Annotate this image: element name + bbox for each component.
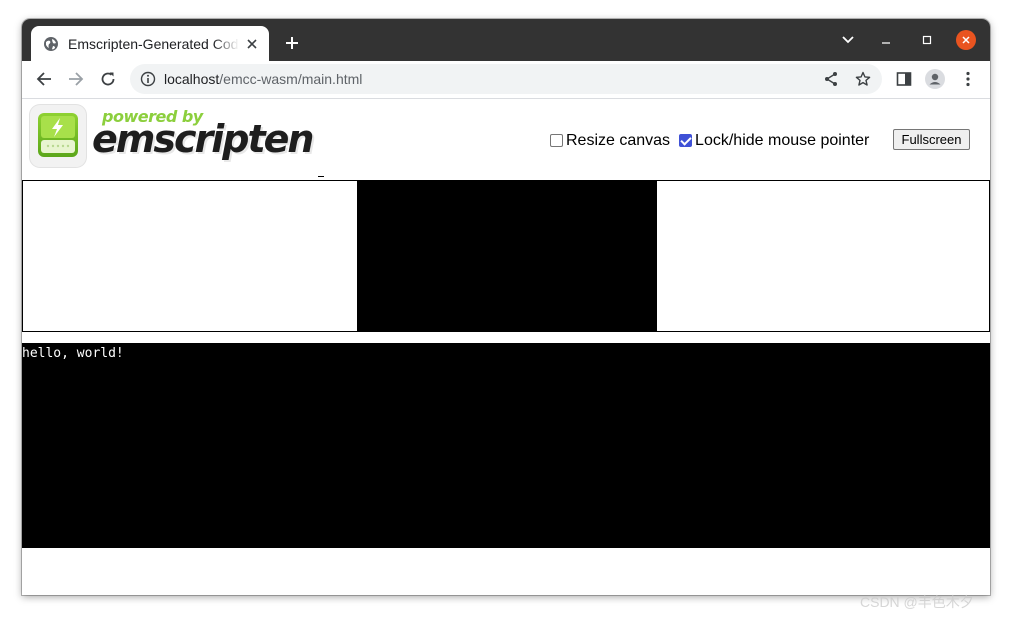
- globe-icon: [43, 36, 59, 52]
- emscripten-logo[interactable]: powered by emscripten: [28, 103, 314, 169]
- canvas-container: [22, 180, 990, 332]
- maximize-icon[interactable]: [916, 29, 938, 51]
- tab-strip: Emscripten-Generated Code: [22, 19, 990, 61]
- chevron-down-icon[interactable]: [837, 29, 859, 51]
- resize-canvas-checkbox[interactable]: [550, 133, 563, 147]
- output-text: hello, world!: [22, 346, 124, 361]
- browser-tab[interactable]: Emscripten-Generated Code: [31, 26, 269, 61]
- logo-badge: [30, 105, 86, 167]
- resize-canvas-label: Resize canvas: [566, 132, 671, 149]
- share-icon[interactable]: [822, 70, 840, 88]
- render-canvas[interactable]: [357, 181, 657, 331]
- browser-toolbar: localhost/emcc-wasm/main.html: [22, 61, 990, 99]
- window-close-button[interactable]: [956, 30, 976, 50]
- profile-icon[interactable]: [925, 69, 945, 89]
- close-icon: [962, 36, 970, 44]
- logo-wordmark: emscripten: [92, 117, 314, 161]
- output-console[interactable]: hello, world!: [22, 343, 990, 548]
- url-host: localhost: [164, 71, 220, 87]
- arrow-right-icon[interactable]: [64, 67, 88, 91]
- logo-badge-inner: [38, 113, 78, 157]
- kebab-menu-icon[interactable]: [958, 69, 978, 89]
- fullscreen-button[interactable]: Fullscreen: [893, 129, 970, 150]
- browser-window: Emscripten-Generated Code localhost/emcc…: [22, 19, 990, 595]
- reload-icon[interactable]: [96, 67, 120, 91]
- lock-pointer-checkbox[interactable]: [679, 133, 693, 147]
- url-text: localhost/emcc-wasm/main.html: [164, 71, 362, 87]
- side-panel-icon[interactable]: [894, 69, 914, 89]
- minimize-icon[interactable]: [875, 29, 897, 51]
- progress-indicator: [318, 176, 324, 177]
- arrow-left-icon[interactable]: [32, 67, 56, 91]
- tab-title: Emscripten-Generated Code: [68, 35, 239, 52]
- info-icon[interactable]: [140, 71, 156, 87]
- lock-pointer-label: Lock/hide mouse pointer: [695, 132, 870, 149]
- canvas-controls: Resize canvas Lock/hide mouse pointer: [550, 130, 878, 152]
- lightning-icon: [41, 116, 75, 153]
- url-path: /emcc-wasm/main.html: [219, 71, 363, 87]
- close-icon[interactable]: [243, 35, 261, 53]
- plus-icon[interactable]: [280, 31, 304, 55]
- page-content: powered by emscripten Resize canvas Lock…: [22, 99, 990, 595]
- address-bar[interactable]: localhost/emcc-wasm/main.html: [130, 64, 882, 94]
- watermark: CSDN @丰色木夕: [860, 594, 974, 610]
- resize-grip-icon[interactable]: [981, 539, 989, 547]
- star-icon[interactable]: [854, 70, 872, 88]
